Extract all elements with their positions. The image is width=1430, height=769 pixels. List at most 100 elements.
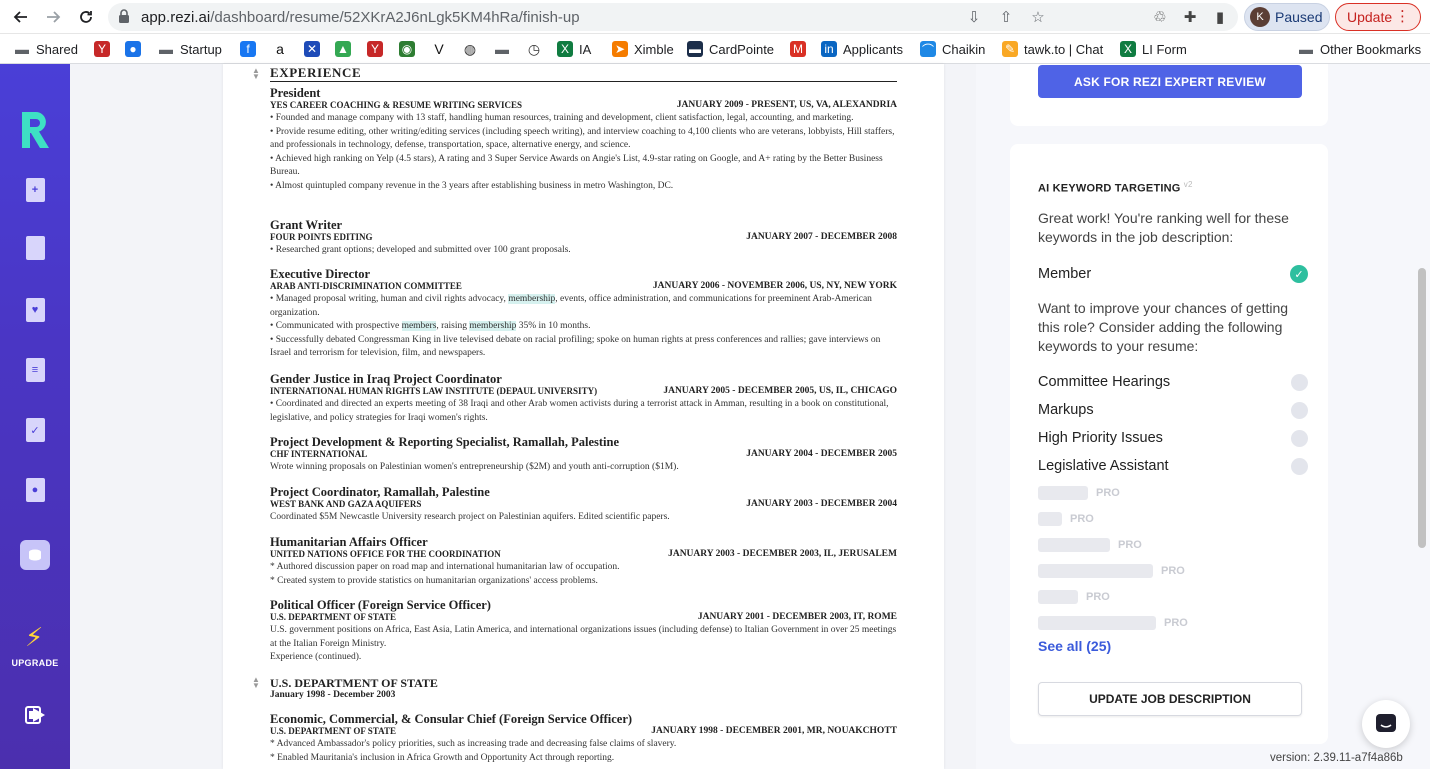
experience-entry[interactable]: Grant Writer FOUR POINTS EDITING January … [270, 218, 897, 258]
folder-icon: ▬ [159, 41, 173, 57]
bookmark-item[interactable]: ▬ Other Bookmarks [1298, 39, 1421, 59]
bookmark-item[interactable]: ◷ [526, 39, 542, 59]
url-host: app.rezi.ai [141, 9, 211, 26]
experience-entry[interactable]: U.S. DEPARTMENT OF STATE January 1998 - … [270, 676, 897, 701]
extensions-puzzle-icon[interactable]: ✚ [1180, 7, 1200, 27]
locked-keyword-row[interactable]: PRO [1038, 590, 1110, 604]
bookmark-item[interactable]: ◍ [462, 39, 478, 59]
pro-badge: PRO [1118, 539, 1142, 551]
suggested-keyword-row[interactable]: High Priority Issues [1038, 429, 1308, 451]
profile-document-icon[interactable]: ● [24, 476, 46, 504]
suggested-keyword-row[interactable]: Markups [1038, 401, 1308, 423]
pro-badge: PRO [1164, 617, 1188, 629]
bookmark-label: CardPointe [709, 41, 775, 57]
bookmark-item[interactable]: in Applicants [821, 39, 903, 59]
bookmark-item[interactable]: ➤ Ximble [612, 39, 674, 59]
keyword-highlight: membership [508, 294, 556, 304]
profile-status: Paused [1275, 9, 1323, 25]
update-browser-button[interactable]: Update ⋮ [1335, 3, 1421, 31]
locked-keyword-row[interactable]: PRO [1038, 564, 1185, 578]
bookmark-item[interactable]: M [790, 39, 806, 59]
locked-keyword-row[interactable]: PRO [1038, 538, 1142, 552]
experience-entry[interactable]: Gender Justice in Iraq Project Coordinat… [270, 372, 897, 425]
bookmark-label: IA [579, 41, 592, 57]
experience-entry[interactable]: Political Officer (Foreign Service Offic… [270, 598, 897, 665]
add-keyword-toggle[interactable] [1291, 374, 1308, 391]
add-keyword-toggle[interactable] [1291, 458, 1308, 475]
checklist-icon[interactable]: ✓ [24, 416, 46, 444]
job-bullet: * Authored discussion paper on road map … [270, 562, 620, 572]
bookmark-item[interactable]: X LI Form [1120, 39, 1187, 59]
locked-keyword-row[interactable]: PRO [1038, 512, 1094, 526]
address-bar[interactable]: app.rezi.ai/dashboard/resume/52XKrA2J6nL… [108, 3, 1238, 31]
chat-launcher-button[interactable] [1362, 700, 1410, 748]
update-job-description-button[interactable]: UPDATE JOB DESCRIPTION [1038, 682, 1302, 716]
add-keyword-toggle[interactable] [1291, 430, 1308, 447]
job-title: Executive Director [270, 267, 371, 281]
resume-page[interactable]: EXPERIENCE President YES Career Coaching… [223, 64, 944, 769]
side-panel-icon[interactable]: ▮ [1210, 7, 1230, 27]
experience-entry[interactable]: Executive Director ARAB ANTI-DISCRIMINAT… [270, 267, 897, 361]
new-resume-icon[interactable]: + [24, 176, 46, 204]
bookmark-item[interactable]: f [240, 39, 256, 59]
suggested-keyword-row[interactable]: Legislative Assistant [1038, 457, 1308, 479]
bookmark-item[interactable]: ▬ [494, 39, 510, 59]
bookmark-item[interactable]: ▲ [335, 39, 351, 59]
drag-handle-icon[interactable]: ▲ ▼ [251, 676, 261, 690]
suggested-keyword-row[interactable]: Committee Hearings [1038, 373, 1308, 395]
bookmark-item[interactable]: ✎ tawk.to | Chat [1002, 39, 1103, 59]
forward-button[interactable] [42, 6, 64, 28]
bookmark-item[interactable]: ✕ [304, 39, 320, 59]
logout-icon[interactable] [24, 704, 48, 726]
rezi-logo-icon[interactable] [18, 108, 52, 152]
bookmark-item[interactable]: ▬ CardPointe [687, 39, 774, 59]
reload-button[interactable] [75, 6, 97, 28]
database-icon[interactable] [20, 540, 50, 570]
bookmark-item[interactable]: Y [94, 39, 110, 59]
update-label: Update [1347, 9, 1393, 25]
experience-entry[interactable]: Humanitarian Affairs Officer UNITED NATI… [270, 535, 897, 588]
ask-expert-review-button[interactable]: ASK FOR REZI EXPERT REVIEW [1038, 65, 1302, 98]
bullet-text: 35% in 10 months. [516, 321, 591, 332]
bookmark-item[interactable]: ● [125, 39, 141, 59]
url-path: /dashboard/resume/52XKrA2J6nLgk5KM4hRa/f… [210, 9, 580, 26]
bookmark-item[interactable]: X IA [557, 39, 591, 59]
bookmark-label: Applicants [843, 41, 903, 57]
job-bullet: • Provide resume editing, other writing/… [270, 126, 895, 151]
resume-document-icon[interactable] [24, 234, 46, 262]
back-button[interactable] [10, 6, 32, 28]
upgrade-label[interactable]: UPGRADE [0, 658, 70, 668]
add-keyword-toggle[interactable] [1291, 402, 1308, 419]
drag-handle-icon[interactable]: ▲ ▼ [251, 67, 261, 81]
see-all-link[interactable]: See all (25) [1038, 638, 1111, 654]
amazon-icon: a [276, 41, 284, 57]
bookmark-item[interactable]: a [272, 39, 288, 59]
experience-entry[interactable]: President YES Career Coaching & Resume W… [270, 86, 897, 194]
experience-entry[interactable]: Project Coordinator, Ramallah, Palestine… [270, 485, 897, 525]
gmail-icon: M [790, 41, 806, 57]
cover-letter-icon[interactable]: ≡ [24, 356, 46, 384]
install-app-icon[interactable]: ⇩ [964, 8, 984, 26]
extension-recycle-icon[interactable]: ♲ [1150, 7, 1170, 27]
bookmark-item[interactable]: V [431, 39, 447, 59]
share-icon[interactable]: ⇧ [996, 8, 1016, 26]
bookmark-item[interactable]: ▬ Startup [158, 39, 222, 59]
locked-keyword-row[interactable]: PRO [1038, 616, 1188, 630]
bookmark-star-icon[interactable]: ☆ [1028, 8, 1048, 26]
favorites-heart-icon[interactable]: ♥ [24, 296, 46, 324]
profile-button[interactable]: K Paused [1244, 3, 1330, 31]
bookmark-item[interactable]: ▬ Shared [14, 39, 78, 59]
scrollbar[interactable] [1418, 268, 1426, 548]
green-circle-icon: ◉ [399, 41, 415, 57]
locked-keyword-row[interactable]: PRO [1038, 486, 1120, 500]
lightning-bolt-icon[interactable]: ⚡ [25, 622, 43, 653]
locked-keyword-placeholder [1038, 486, 1088, 500]
bookmark-item[interactable]: ⌒ Chaikin [920, 39, 985, 59]
job-bullet: Experience (continued). [270, 652, 362, 663]
job-title: U.S. DEPARTMENT OF STATE [270, 676, 438, 690]
bookmark-item[interactable]: Y [367, 39, 383, 59]
bookmark-item[interactable]: ◉ [399, 39, 415, 59]
experience-entry[interactable]: Economic, Commercial, & Consular Chief (… [270, 712, 897, 765]
org-name: YES Career Coaching & Resume Writing Ser… [270, 100, 523, 110]
experience-entry[interactable]: Project Development & Reporting Speciali… [270, 435, 897, 475]
